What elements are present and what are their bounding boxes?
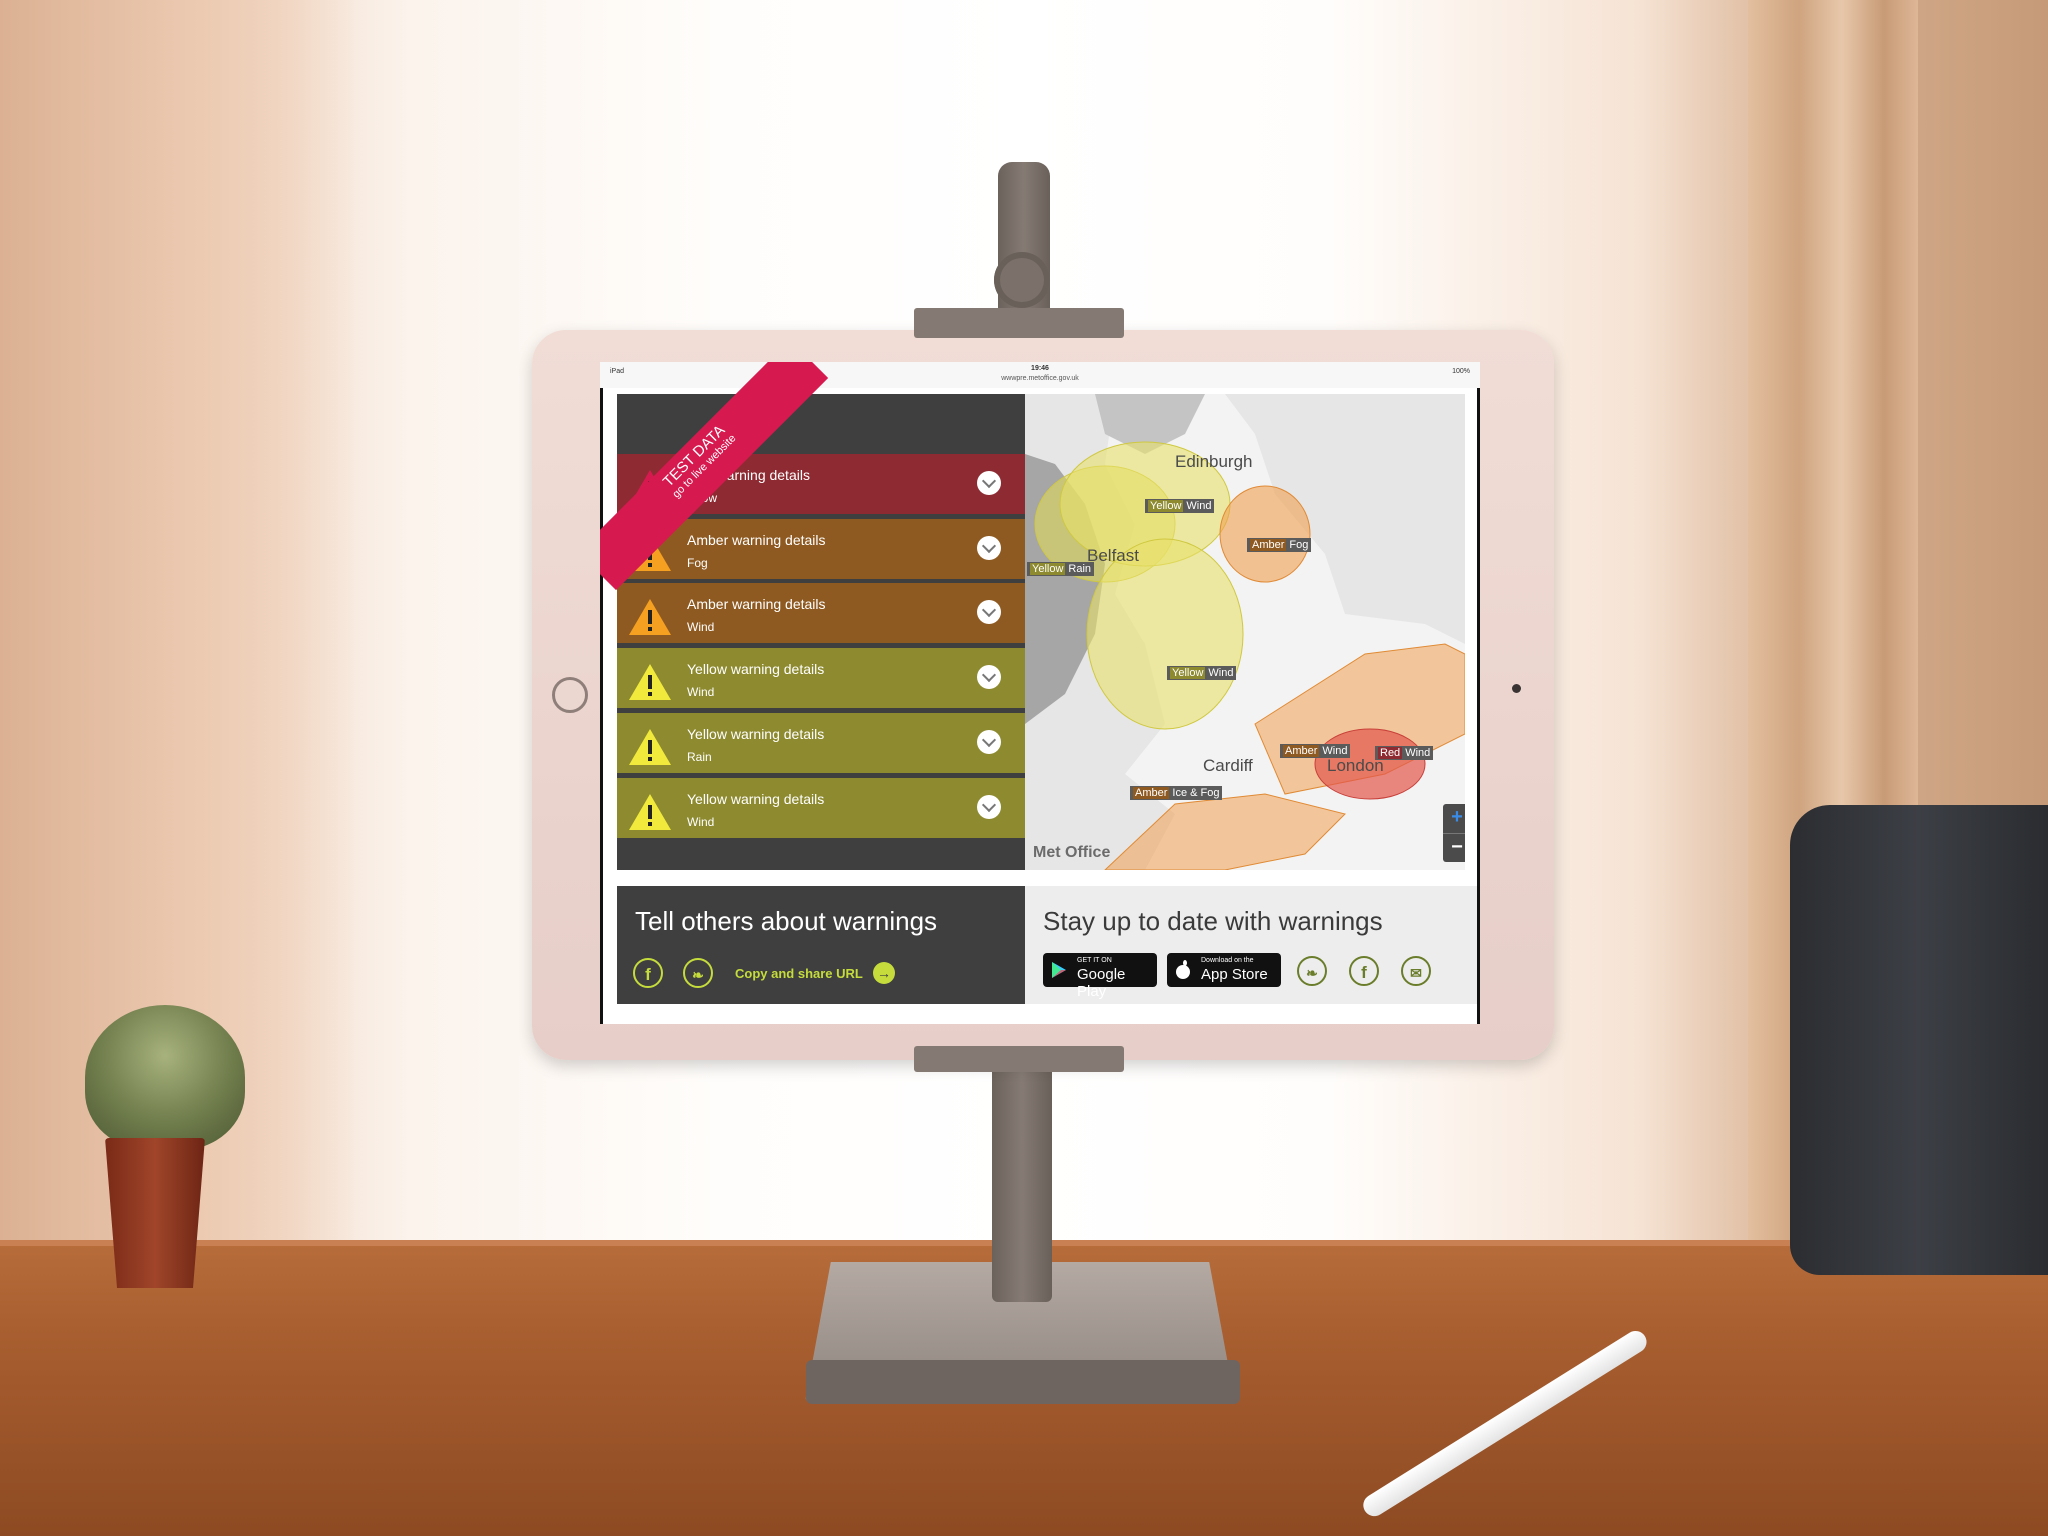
warning-triangle-icon [629, 794, 671, 830]
stay-updated-heading: Stay up to date with warnings [1043, 906, 1383, 936]
battery-level: 100% [1452, 368, 1470, 375]
copy-url-link[interactable]: Copy and share URL [735, 966, 863, 981]
ipad-screen: iPad 19:46 wwwpre.metoffice.gov.uk 100% … [600, 362, 1480, 1024]
label-severity: Amber [1250, 539, 1287, 551]
warnings-map[interactable]: Edinburgh Belfast Cardiff London Yellow W… [1025, 394, 1465, 870]
share-section: Tell others about warnings f ❧ Copy and … [617, 886, 1025, 1004]
twitter-icon[interactable]: ❧ [1297, 956, 1327, 986]
zoom-out-button[interactable]: − [1443, 834, 1465, 863]
label-type: Wind [1208, 667, 1234, 679]
warning-type: Rain [687, 750, 712, 764]
label-severity: Yellow [1170, 667, 1206, 679]
map-label-yellow-rain[interactable]: Yellow Rain [1027, 562, 1095, 576]
chevron-down-icon[interactable] [977, 665, 1001, 689]
google-play-label: Google Play [1077, 966, 1126, 1000]
map-label-red-wind[interactable]: Red Wind [1375, 746, 1434, 760]
email-icon[interactable]: ✉ [1401, 956, 1431, 986]
warning-type: Wind [687, 685, 715, 699]
warning-triangle-icon [629, 664, 671, 700]
stand-clamp-top [914, 308, 1124, 338]
label-severity: Amber [1133, 787, 1170, 799]
app-store-button[interactable]: Download on the App Store [1167, 953, 1281, 987]
arrow-right-icon[interactable]: → [873, 962, 895, 984]
google-play-button[interactable]: GET IT ON Google Play [1043, 953, 1157, 1000]
area-yellow-wind-south [1086, 538, 1244, 730]
warnings-panel: Red warning detailsSnowAmber warning det… [600, 362, 1025, 870]
label-type: Rain [1068, 563, 1092, 575]
zoom-in-button[interactable]: + [1443, 804, 1465, 834]
twitter-icon[interactable]: ❧ [683, 958, 713, 988]
chevron-down-icon[interactable] [977, 795, 1001, 819]
label-type: Wind [1405, 747, 1431, 759]
map-label-yellow-wind-south[interactable]: Yellow Wind [1167, 666, 1237, 680]
warning-title: Yellow warning details [687, 791, 825, 807]
city-belfast: Belfast [1087, 546, 1139, 565]
warning-row[interactable]: Amber warning details Fog [617, 519, 1025, 579]
warning-row[interactable]: Yellow warning details Wind [617, 648, 1025, 708]
warning-title: Amber warning details [687, 596, 826, 612]
app-store-label: App Store [1201, 966, 1268, 983]
apple-icon [1176, 960, 1190, 979]
chevron-down-icon[interactable] [977, 471, 1001, 495]
chevron-down-icon[interactable] [977, 600, 1001, 624]
label-type: Wind [1186, 500, 1212, 512]
met-office-logo: Met Office [1033, 844, 1111, 861]
map-label-amber-ice-fog[interactable]: Amber Ice & Fog [1130, 786, 1223, 800]
warning-row[interactable]: Yellow warning details Rain [617, 713, 1025, 773]
label-severity: Red [1378, 747, 1403, 759]
stand-clamp-bottom [914, 1046, 1124, 1072]
city-cardiff: Cardiff [1203, 756, 1253, 775]
warning-type: Fog [687, 556, 708, 570]
web-page: Red warning detailsSnowAmber warning det… [600, 362, 1477, 1024]
clock: 19:46 [1031, 365, 1049, 372]
share-heading: Tell others about warnings [635, 906, 938, 936]
warning-title: Amber warning details [687, 532, 826, 548]
app-store-small: Download on the [1201, 957, 1254, 964]
warning-title: Yellow warning details [687, 726, 825, 742]
warning-type: Wind [687, 620, 715, 634]
home-button[interactable] [552, 677, 588, 713]
url-bar[interactable]: wwwpre.metoffice.gov.uk [600, 375, 1480, 382]
office-chair [1790, 805, 2048, 1275]
map-label-amber-wind[interactable]: Amber Wind [1280, 744, 1351, 758]
map-label-yellow-wind-north[interactable]: Yellow Wind [1145, 499, 1215, 513]
warning-row[interactable]: Yellow warning details Wind [617, 778, 1025, 838]
area-amber-fog [1219, 485, 1311, 583]
label-type: Ice & Fog [1172, 787, 1220, 799]
map-zoom-control: + − [1443, 804, 1465, 862]
chevron-down-icon[interactable] [977, 536, 1001, 560]
label-severity: Yellow [1148, 500, 1184, 512]
stand-post [992, 1062, 1052, 1302]
warning-triangle-icon [629, 599, 671, 635]
google-play-small: GET IT ON [1077, 957, 1112, 964]
chevron-down-icon[interactable] [977, 730, 1001, 754]
facebook-icon[interactable]: f [1349, 956, 1379, 986]
label-type: Wind [1322, 745, 1348, 757]
warning-type: Wind [687, 815, 715, 829]
city-edinburgh: Edinburgh [1175, 452, 1253, 471]
google-play-icon [1052, 962, 1066, 978]
stand-foot [806, 1360, 1240, 1404]
label-severity: Yellow [1030, 563, 1066, 575]
status-bar: iPad 19:46 wwwpre.metoffice.gov.uk 100% [600, 362, 1480, 388]
warning-title: Yellow warning details [687, 661, 825, 677]
cactus-pot [105, 1138, 205, 1288]
warning-row[interactable]: Amber warning details Wind [617, 583, 1025, 643]
stay-updated-section: Stay up to date with warnings GET IT ON … [1025, 886, 1477, 1004]
cactus-plant [85, 1005, 245, 1150]
facebook-icon[interactable]: f [633, 958, 663, 988]
stand-knob [994, 252, 1050, 308]
map-label-amber-fog[interactable]: Amber Fog [1247, 538, 1312, 552]
label-type: Fog [1289, 539, 1309, 551]
front-camera [1512, 684, 1521, 693]
label-severity: Amber [1283, 745, 1320, 757]
warning-triangle-icon [629, 729, 671, 765]
